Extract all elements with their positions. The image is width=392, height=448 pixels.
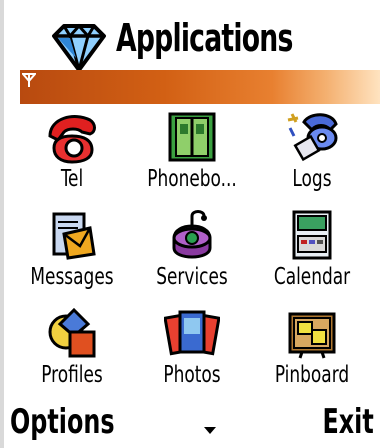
exit-softkey[interactable]: Exit	[323, 402, 374, 442]
phonebook-label: Phonebo...	[147, 166, 237, 192]
grid-item-pinboard[interactable]: Pinboard	[252, 300, 372, 398]
grid-item-photos[interactable]: Photos	[132, 300, 252, 398]
profiles-icon	[48, 307, 96, 358]
messages-label: Messages	[30, 264, 114, 290]
down-arrow-icon	[204, 427, 216, 434]
logs-icon	[287, 113, 338, 162]
pinboard-label: Pinboard	[274, 362, 350, 388]
services-label: Services	[156, 264, 228, 290]
grid-item-phonebook[interactable]: Phonebo...	[132, 104, 252, 202]
app-grid: Tel Phonebo... Logs Messages Services Ca…	[4, 104, 380, 398]
status-bar	[20, 70, 380, 104]
phonebook-icon	[168, 112, 216, 162]
calendar-icon	[292, 210, 332, 260]
photos-label: Photos	[163, 362, 221, 388]
grid-item-calendar[interactable]: Calendar	[252, 202, 372, 300]
messages-icon	[52, 212, 96, 260]
calendar-label: Calendar	[273, 264, 351, 290]
grid-item-logs[interactable]: Logs	[252, 104, 372, 202]
photos-icon	[164, 310, 220, 356]
options-softkey[interactable]: Options	[10, 402, 115, 442]
grid-item-messages[interactable]: Messages	[12, 202, 132, 300]
diamond-icon	[52, 23, 106, 74]
profiles-label: Profiles	[41, 362, 103, 388]
telephone-icon	[48, 115, 96, 164]
page-title: Applications	[116, 16, 293, 60]
phone-screen: Applications Tel Phonebo... Logs Message…	[0, 0, 380, 448]
pinboard-icon	[288, 312, 336, 359]
tel-label: Tel	[60, 166, 84, 192]
grid-item-tel[interactable]: Tel	[12, 104, 132, 202]
logs-label: Logs	[292, 166, 332, 192]
grid-item-services[interactable]: Services	[132, 202, 252, 300]
grid-item-profiles[interactable]: Profiles	[12, 300, 132, 398]
title-pane: Applications	[4, 0, 380, 74]
antenna-icon	[22, 73, 36, 87]
services-icon	[172, 210, 212, 259]
softkey-bar: Options Exit	[4, 400, 380, 448]
